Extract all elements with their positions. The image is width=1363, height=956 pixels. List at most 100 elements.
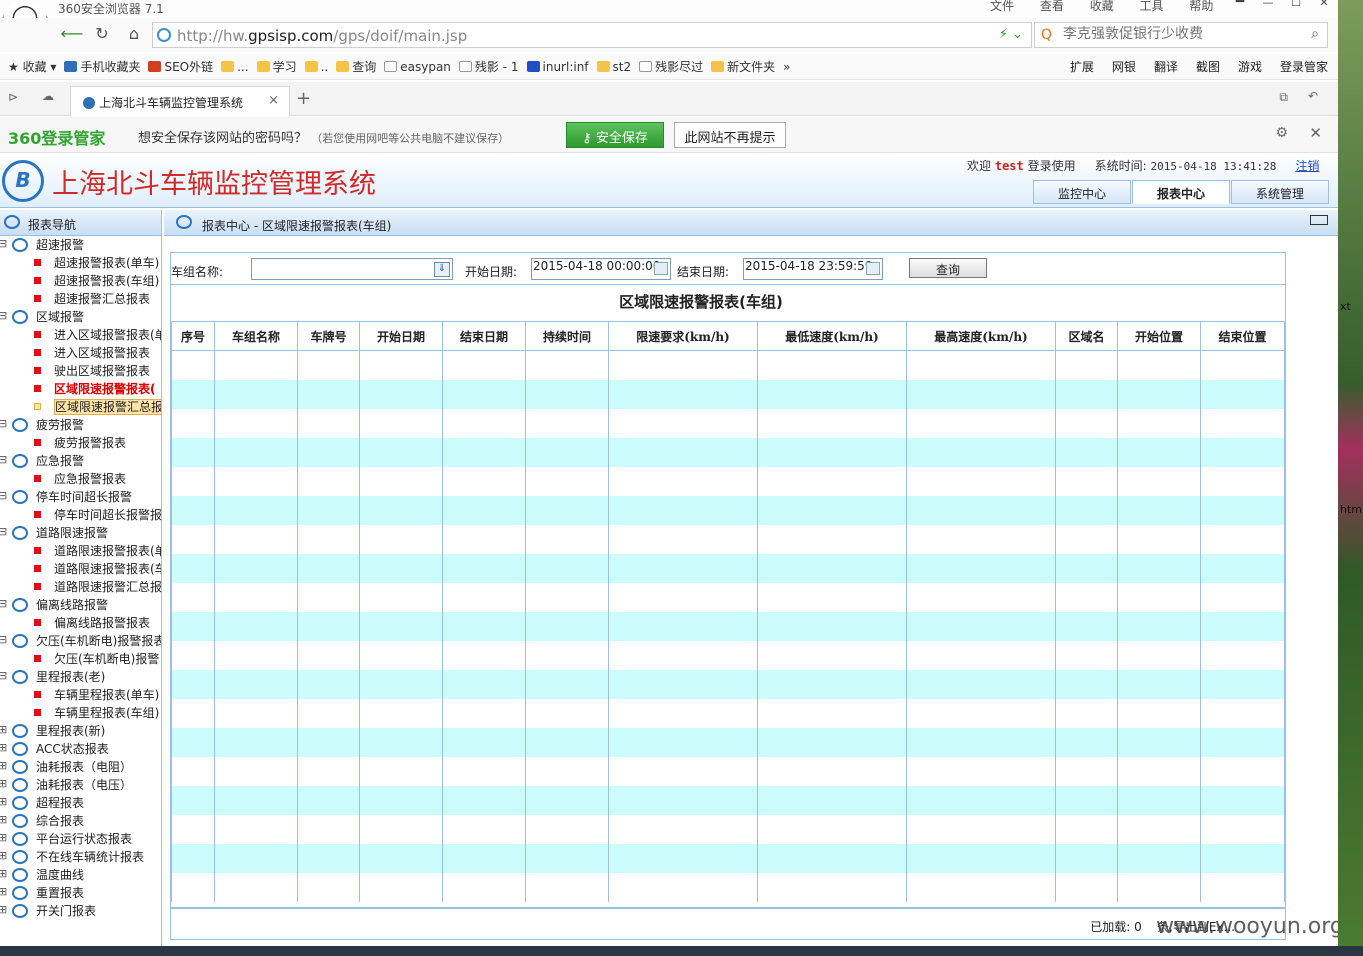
calendar-icon[interactable] <box>866 262 880 275</box>
tree-leaf[interactable]: 超速报警报表(车组) <box>0 272 161 290</box>
bookmark-folder[interactable]: 查询 <box>336 58 376 75</box>
tree-group[interactable]: ⊞ 综合报表 <box>0 812 161 830</box>
tree-group[interactable]: ⊟ 偏离线路报警 <box>0 596 161 614</box>
query-button[interactable]: 查询 <box>909 258 987 278</box>
tree-leaf[interactable]: 偏离线路报警报表 <box>0 614 161 632</box>
gear-icon[interactable]: ⚙ <box>1275 125 1288 141</box>
expand-icon[interactable]: ⊞ <box>0 759 7 772</box>
close-tab-icon[interactable]: × <box>268 93 279 108</box>
bookmark-folder[interactable]: 学习 <box>256 58 297 75</box>
tree-leaf[interactable]: 车辆里程报表(车组) <box>0 704 161 722</box>
tree-group[interactable]: ⊟ 应急报警 <box>0 452 161 470</box>
collapse-panel-icon[interactable] <box>1310 215 1328 225</box>
tree-leaf[interactable]: 超速报警汇总报表 <box>0 290 161 308</box>
close-window-icon[interactable]: ✕ <box>1310 0 1338 10</box>
tree-group[interactable]: ⊟ 里程报表(老) <box>0 668 161 686</box>
tree-leaf[interactable]: 停车时间超长报警报 <box>0 506 161 524</box>
expand-icon[interactable]: ⊞ <box>0 885 7 898</box>
tree-group[interactable]: ⊟ 超速报警 <box>0 236 161 254</box>
expand-icon[interactable]: ⊞ <box>0 867 7 880</box>
logout-link[interactable]: 注销 <box>1295 159 1319 173</box>
expand-icon[interactable]: ⊞ <box>0 795 7 808</box>
tree-leaf[interactable]: 区域限速报警汇总报 <box>0 398 161 416</box>
tree-group[interactable]: ⊞ 不在线车辆统计报表 <box>0 848 161 866</box>
safe-save-button[interactable]: ⚷ 安全保存 <box>566 122 664 148</box>
calendar-icon[interactable] <box>654 262 668 275</box>
start-date-input[interactable]: 2015-04-18 00:00:00 <box>531 258 671 280</box>
collapse-icon[interactable]: ⊟ <box>0 669 7 682</box>
column-header[interactable]: 车组名称 <box>214 321 298 351</box>
restore-tabs-icon[interactable]: ⧉ <box>1279 90 1288 105</box>
refresh-icon[interactable]: ↻ <box>90 24 114 46</box>
bookmark-folder[interactable]: .. <box>304 60 328 74</box>
tree-leaf[interactable]: 驶出区域报警报表 <box>0 362 161 380</box>
column-header[interactable]: 结束位置 <box>1200 321 1285 351</box>
toolbar-screenshot[interactable]: 截图 <box>1196 58 1220 75</box>
tree-leaf[interactable]: 道路限速报警报表(车 <box>0 560 161 578</box>
minimize-icon[interactable]: — <box>1254 0 1282 10</box>
tree-leaf[interactable]: 欠压(车机断电)报警 <box>0 650 161 668</box>
sidebar-toggle-icon[interactable]: ⊳ <box>8 90 18 104</box>
no-prompt-button[interactable]: 此网站不再提示 <box>674 122 786 148</box>
bookmark-favorites[interactable]: ★ 收藏 ▾ <box>8 58 56 75</box>
desktop-icon-label[interactable]: html <box>1340 503 1363 516</box>
expand-icon[interactable]: ⊞ <box>0 849 7 862</box>
collapse-icon[interactable]: ⊟ <box>0 525 7 538</box>
tab-report-center[interactable]: 报表中心 <box>1132 180 1230 204</box>
group-name-select[interactable]: ⇓ <box>251 258 453 280</box>
collapse-icon[interactable]: ⊟ <box>0 633 7 646</box>
toolbar-ebank[interactable]: 网银 <box>1112 58 1136 75</box>
tree-group[interactable]: ⊟ 疲劳报警 <box>0 416 161 434</box>
search-engine-icon[interactable]: Q <box>1041 27 1052 43</box>
tree-group[interactable]: ⊞ 油耗报表（电阻） <box>0 758 161 776</box>
tree-group[interactable]: ⊞ 里程报表(新) <box>0 722 161 740</box>
back-icon[interactable]: ⟵ <box>60 24 84 46</box>
menu-file[interactable]: 文件 <box>990 0 1014 13</box>
collapse-icon[interactable]: ⊟ <box>0 597 7 610</box>
cloud-icon[interactable]: ☁ <box>42 89 54 103</box>
column-header[interactable]: 结束日期 <box>442 321 526 351</box>
expand-icon[interactable]: ⊞ <box>0 813 7 826</box>
toolbar-login-manager[interactable]: 登录管家 <box>1280 58 1328 75</box>
tree-group[interactable]: ⊞ 温度曲线 <box>0 866 161 884</box>
pin-icon[interactable]: ▀ <box>1226 0 1254 10</box>
undo-close-icon[interactable]: ↶ <box>1308 89 1318 103</box>
bookmark-item[interactable]: 手机收藏夹 <box>64 58 140 75</box>
tree-leaf[interactable]: 疲劳报警报表 <box>0 434 161 452</box>
speed-mode-icon[interactable]: ⚡ ⌄ <box>999 27 1023 42</box>
column-header[interactable]: 车牌号 <box>297 321 360 351</box>
toolbar-extensions[interactable]: 扩展 <box>1070 58 1094 75</box>
maximize-icon[interactable]: ☐ <box>1282 0 1310 10</box>
bookmark-folder[interactable]: ... <box>221 60 249 74</box>
tree-group[interactable]: ⊞ 开关门报表 <box>0 902 161 920</box>
tree-leaf[interactable]: 区域限速报警报表( <box>0 380 161 398</box>
tree-leaf[interactable]: 车辆里程报表(单车) <box>0 686 161 704</box>
column-header[interactable]: 限速要求(km/h) <box>608 321 758 351</box>
end-date-input[interactable]: 2015-04-18 23:59:59 <box>743 258 883 280</box>
tree-leaf[interactable]: 道路限速报警汇总报 <box>0 578 161 596</box>
expand-icon[interactable]: ⊞ <box>0 723 7 736</box>
collapse-icon[interactable]: ⊟ <box>0 453 7 466</box>
more-bookmarks-icon[interactable]: » <box>783 60 790 74</box>
tree-group[interactable]: ⊞ ACC状态报表 <box>0 740 161 758</box>
column-header[interactable]: 序号 <box>171 321 215 351</box>
toolbar-translate[interactable]: 翻译 <box>1154 58 1178 75</box>
expand-icon[interactable]: ⊞ <box>0 741 7 754</box>
expand-icon[interactable]: ⊞ <box>0 903 7 916</box>
tab-active[interactable]: 上海北斗车辆监控管理系统 × <box>70 86 290 116</box>
bookmark-item[interactable]: easypan <box>384 60 451 74</box>
column-header[interactable]: 区域名 <box>1055 321 1118 351</box>
column-header[interactable]: 开始位置 <box>1117 321 1201 351</box>
column-header[interactable]: 最低速度(km/h) <box>757 321 907 351</box>
tree-group[interactable]: ⊟ 欠压(车机断电)报警报表 <box>0 632 161 650</box>
expand-icon[interactable]: ⊞ <box>0 777 7 790</box>
close-bar-icon[interactable]: ✕ <box>1309 124 1322 142</box>
collapse-icon[interactable]: ⊟ <box>0 309 7 322</box>
bookmark-item[interactable]: SEO外链 <box>148 58 213 75</box>
tree-group[interactable]: ⊞ 平台运行状态报表 <box>0 830 161 848</box>
menu-view[interactable]: 查看 <box>1040 0 1064 13</box>
collapse-icon[interactable]: ⊟ <box>0 417 7 430</box>
bookmark-item[interactable]: 残影尽过 <box>639 58 703 75</box>
search-input[interactable] <box>1063 26 1303 42</box>
bookmark-folder[interactable]: 新文件夹 <box>711 58 775 75</box>
